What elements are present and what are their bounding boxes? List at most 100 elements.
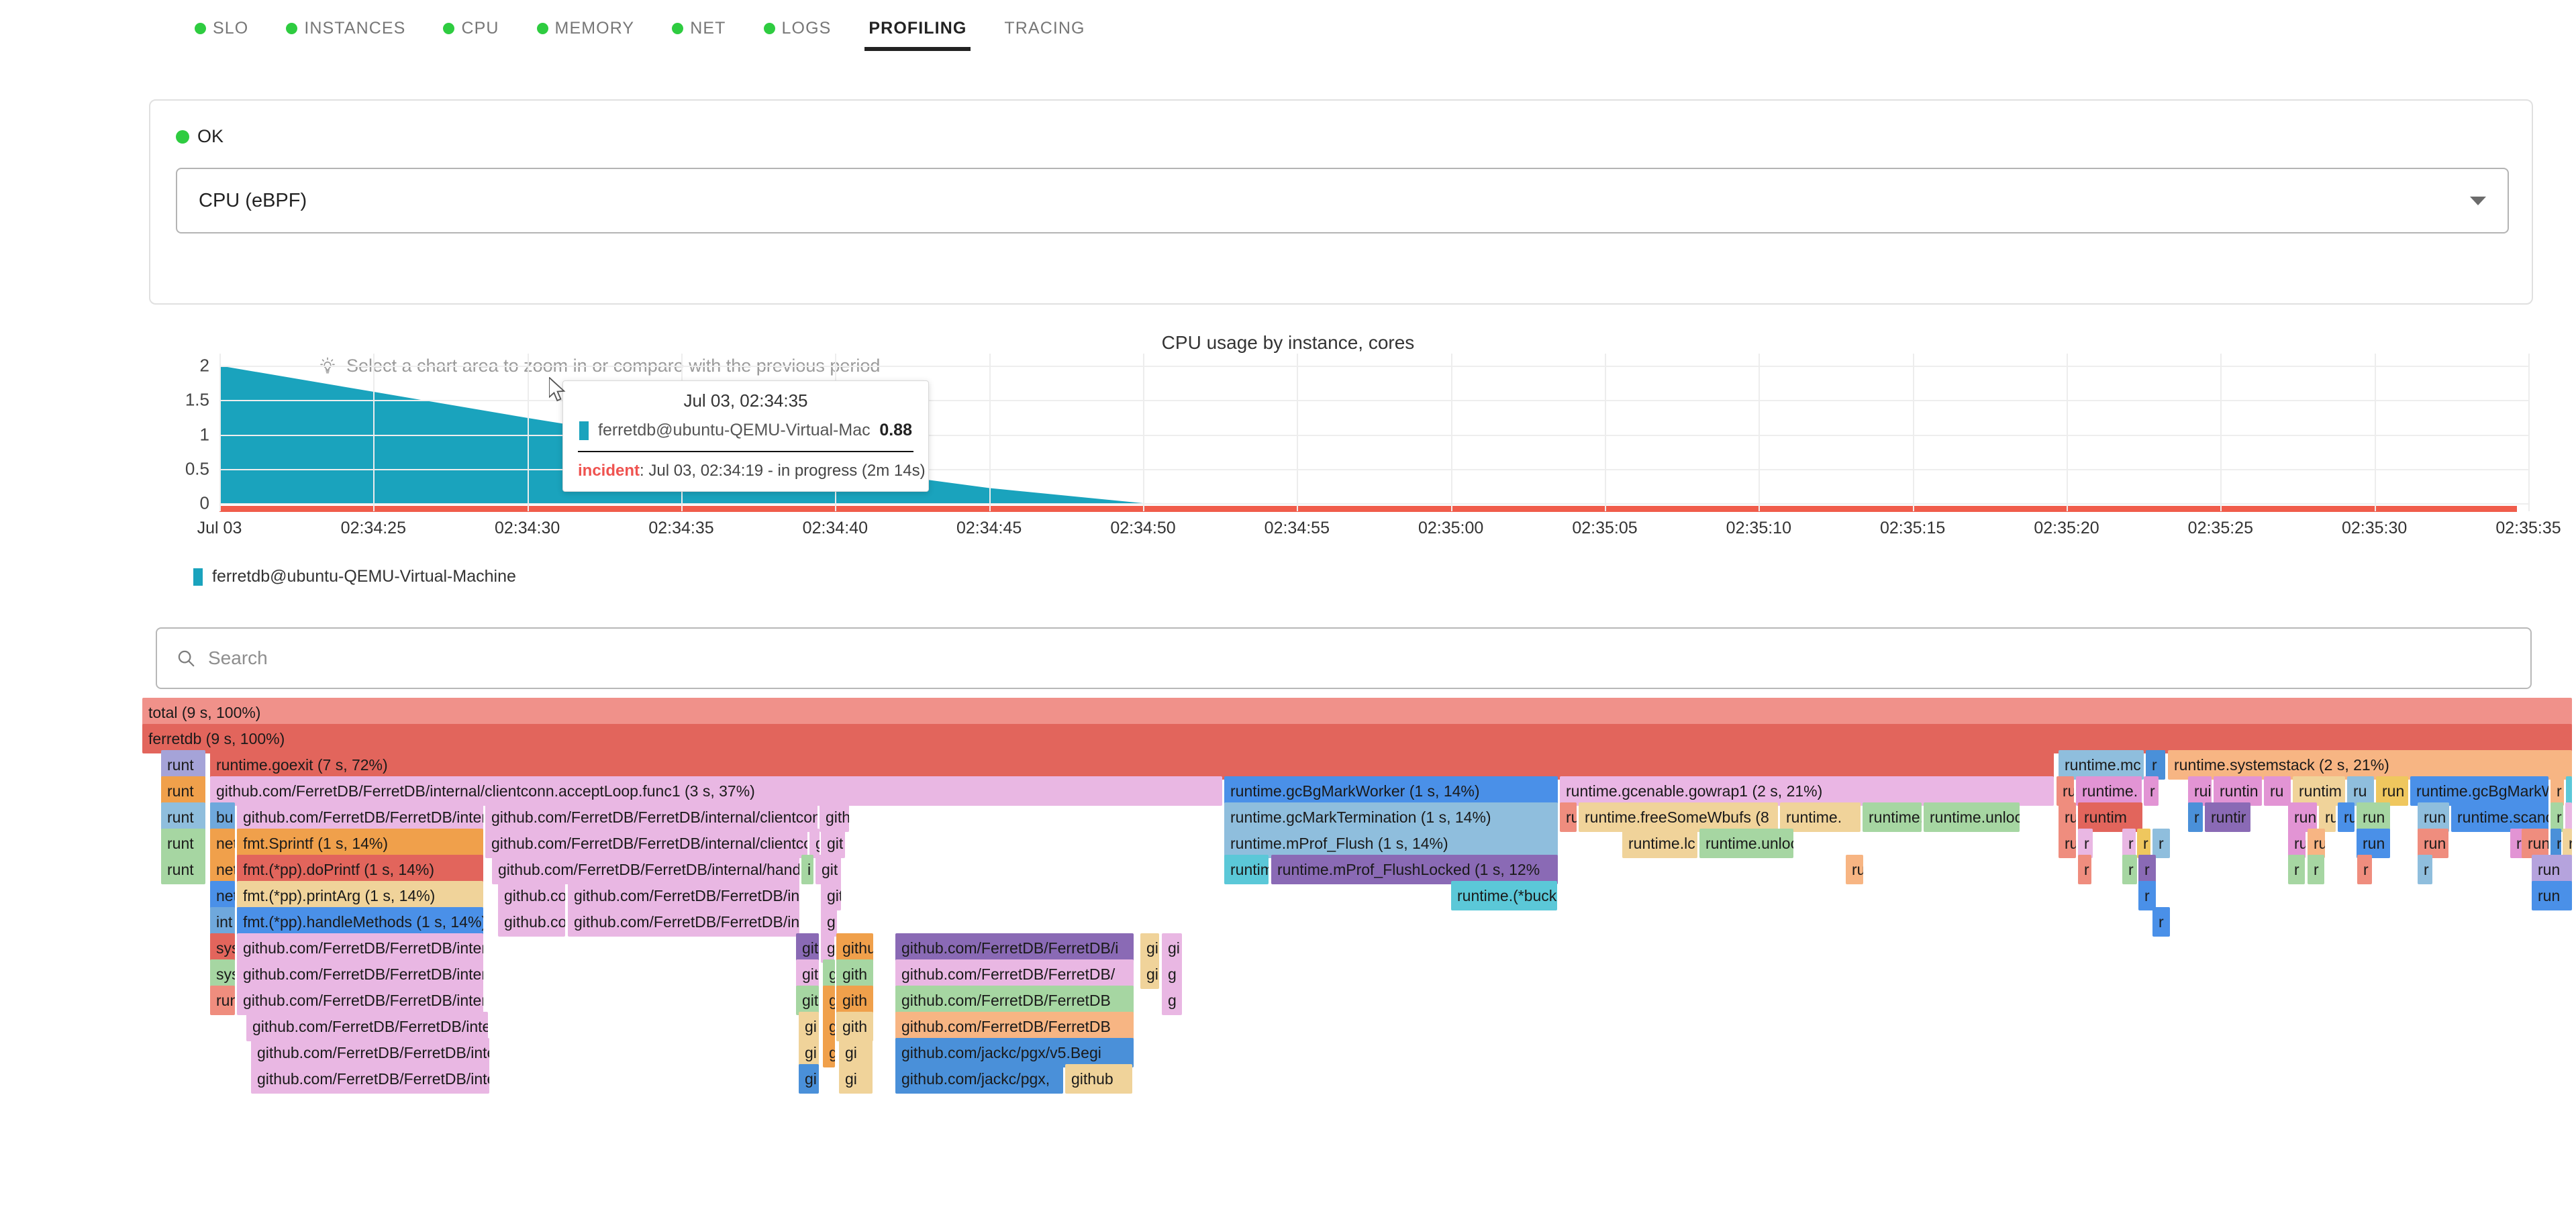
flamegraph-cell[interactable]: runtime.mProf_FlushLocked (1 s, 12% (1271, 855, 1558, 884)
flamegraph-cell[interactable]: github.com/jackc/pgx, (895, 1064, 1063, 1094)
flamegraph-cell[interactable]: net (210, 829, 235, 858)
flamegraph-cell[interactable]: run (2532, 881, 2572, 910)
flamegraph-cell[interactable]: runt (2566, 776, 2572, 806)
flamegraph-cell[interactable]: gi (839, 1038, 873, 1067)
tab-slo[interactable]: SLO (176, 0, 267, 56)
flamegraph-cell[interactable]: gi (1140, 933, 1159, 963)
flamegraph-cell[interactable]: g (823, 959, 835, 989)
flamegraph-cell[interactable]: g (823, 1038, 835, 1067)
flamegraph-cell[interactable]: runtime.unloc (1924, 802, 2020, 832)
flamegraph-cell[interactable]: github.com/FerretDB/FerretDB/internal/ (568, 907, 799, 937)
flamegraph-cell[interactable]: run (2376, 776, 2408, 806)
flamegraph-cell[interactable]: r (2357, 855, 2372, 884)
flamegraph-cell[interactable]: runtime.gcMarkTermination (1 s, 14%) (1224, 802, 1558, 832)
tab-memory[interactable]: MEMORY (518, 0, 654, 56)
flamegraph-cell[interactable]: github.com/Fe (498, 881, 565, 910)
flamegraph-cell[interactable]: gith (836, 959, 873, 989)
flamegraph-cell[interactable]: ru (2347, 776, 2374, 806)
flamegraph-cell[interactable]: r (2152, 907, 2170, 937)
flamegraph-cell[interactable]: r (2550, 802, 2563, 832)
flamegraph-cell[interactable]: r (2550, 776, 2564, 806)
flamegraph-cell[interactable]: githu (836, 933, 873, 963)
flamegraph-cell[interactable]: r (2146, 750, 2165, 780)
flamegraph-cell[interactable]: bu (210, 802, 235, 832)
flamegraph-cell[interactable]: runtime (2522, 829, 2548, 858)
flamegraph-cell[interactable]: ru (2319, 802, 2336, 832)
flamegraph-cell[interactable]: r (2078, 829, 2093, 858)
flamegraph-cell[interactable]: runtime.gcBgMarkWorker.func (2410, 776, 2548, 806)
flamegraph-cell[interactable]: r (2550, 829, 2561, 858)
flamegraph-cell[interactable]: github.com/FerretDB/FerretDB/internal/bs… (251, 1038, 489, 1067)
flamegraph-cell[interactable]: gi (1140, 959, 1159, 989)
flamegraph-cell[interactable]: github.com/FerretDB/FerretDB/internal/bs… (251, 1064, 489, 1094)
flamegraph-cell[interactable]: runtir (2205, 802, 2250, 832)
chart-legend[interactable]: ferretdb@ubuntu-QEMU-Virtual-Machine (193, 567, 516, 586)
flamegraph-cell[interactable]: runtime. (1780, 802, 1861, 832)
flamegraph-cell[interactable]: runtime.systemstack (2 s, 21%) (2168, 750, 2572, 780)
flamegraph-cell[interactable]: i (801, 855, 813, 884)
flamegraph-cell[interactable]: runt (161, 855, 205, 884)
tab-tracing[interactable]: TRACING (985, 0, 1103, 56)
flamegraph-cell[interactable]: r (2308, 855, 2324, 884)
flamegraph-cell[interactable]: gith (836, 986, 873, 1015)
flamegraph-cell[interactable]: rui (2188, 776, 2212, 806)
search-input[interactable]: Search (156, 627, 2532, 689)
flamegraph-cell[interactable]: ru (1846, 855, 1863, 884)
flamegraph[interactable]: total (9 s, 100%)ferretdb (9 s, 100%)run… (142, 698, 2572, 1205)
flamegraph-cell[interactable]: runtime.mProf_Flush (1 s, 14%) (1224, 829, 1558, 858)
flamegraph-cell[interactable]: run (2418, 802, 2449, 832)
flamegraph-cell[interactable]: run (2532, 855, 2572, 884)
flamegraph-cell[interactable]: fmt.(*pp).doPrintf (1 s, 14%) (237, 855, 483, 884)
flamegraph-cell[interactable]: run (2357, 802, 2390, 832)
flamegraph-cell[interactable]: ru (2059, 829, 2076, 858)
flamegraph-cell[interactable]: gith (836, 1012, 873, 1041)
cpu-usage-chart[interactable]: 00.511.52 Jul 0302:34:2502:34:3002:34:35… (149, 366, 2538, 533)
flamegraph-cell[interactable]: ru (2264, 776, 2291, 806)
tab-profiling[interactable]: PROFILING (850, 0, 985, 56)
flamegraph-cell[interactable]: r (2188, 802, 2203, 832)
flamegraph-cell[interactable]: g (809, 829, 820, 858)
flamegraph-cell[interactable]: github.com/FerretDB/FerretDB/internal/bs… (246, 1012, 488, 1041)
profile-type-select[interactable]: CPU (eBPF) (176, 168, 2509, 233)
flamegraph-cell[interactable]: g (1162, 959, 1182, 989)
flamegraph-cell[interactable]: runtime.goexit (7 s, 72%) (210, 750, 2054, 780)
flamegraph-cell[interactable]: runt (161, 829, 205, 858)
flamegraph-cell[interactable]: github.com/FerretDB/FerretDB/ (895, 959, 1134, 989)
flamegraph-cell[interactable]: r (2418, 855, 2432, 884)
flamegraph-cell[interactable]: github.com/Fe (498, 907, 565, 937)
flamegraph-cell[interactable]: runt (161, 750, 205, 780)
flamegraph-cell[interactable]: github (1065, 1064, 1132, 1094)
incident-band[interactable] (219, 506, 2517, 512)
flamegraph-cell[interactable]: github.com/jackc/pgx/v5.Begi (895, 1038, 1134, 1067)
flamegraph-cell[interactable]: run (2288, 802, 2317, 832)
tab-instances[interactable]: INSTANCES (267, 0, 424, 56)
flamegraph-cell[interactable]: runtim (2293, 776, 2345, 806)
flamegraph-cell[interactable]: r (2152, 829, 2170, 858)
tab-cpu[interactable]: CPU (424, 0, 517, 56)
flamegraph-cell[interactable]: github.com/FerretDB/FerretDB/internal/cl… (485, 802, 818, 832)
flamegraph-cell[interactable]: github.com/FerretDB/FerretDB (895, 1012, 1134, 1041)
flamegraph-cell[interactable]: ru (2308, 829, 2325, 858)
flamegraph-cell[interactable]: r (2144, 776, 2159, 806)
flamegraph-cell[interactable]: git (821, 829, 845, 858)
flamegraph-cell[interactable]: r (2138, 881, 2156, 910)
flamegraph-cell[interactable]: runt (161, 802, 205, 832)
flamegraph-cell[interactable]: fmt.(*pp).printArg (1 s, 14%) (237, 881, 483, 910)
tab-net[interactable]: NET (653, 0, 744, 56)
flamegraph-cell[interactable]: runtime. (2076, 776, 2142, 806)
flamegraph-cell[interactable]: runtime.gcBgMarkWorker (1 s, 14%) (1224, 776, 1558, 806)
flamegraph-cell[interactable]: sys (210, 959, 235, 989)
flamegraph-cell[interactable]: gith (796, 933, 819, 963)
flamegraph-cell[interactable]: ru (2288, 829, 2306, 858)
flamegraph-cell[interactable]: total (9 s, 100%) (142, 698, 2572, 727)
flamegraph-cell[interactable]: runt (2563, 829, 2572, 858)
flamegraph-cell[interactable]: runtime.s (1863, 802, 1922, 832)
flamegraph-cell[interactable]: runtim (2078, 802, 2142, 832)
flamegraph-cell[interactable]: runtime.scanobject (6 (2451, 802, 2548, 832)
flamegraph-cell[interactable]: ru (2057, 776, 2074, 806)
flamegraph-cell[interactable]: gi (1162, 933, 1182, 963)
flamegraph-cell[interactable]: g (1162, 986, 1182, 1015)
flamegraph-cell[interactable]: git (815, 855, 841, 884)
flamegraph-cell[interactable]: ru (2338, 802, 2355, 832)
flamegraph-cell[interactable]: gith (796, 986, 819, 1015)
